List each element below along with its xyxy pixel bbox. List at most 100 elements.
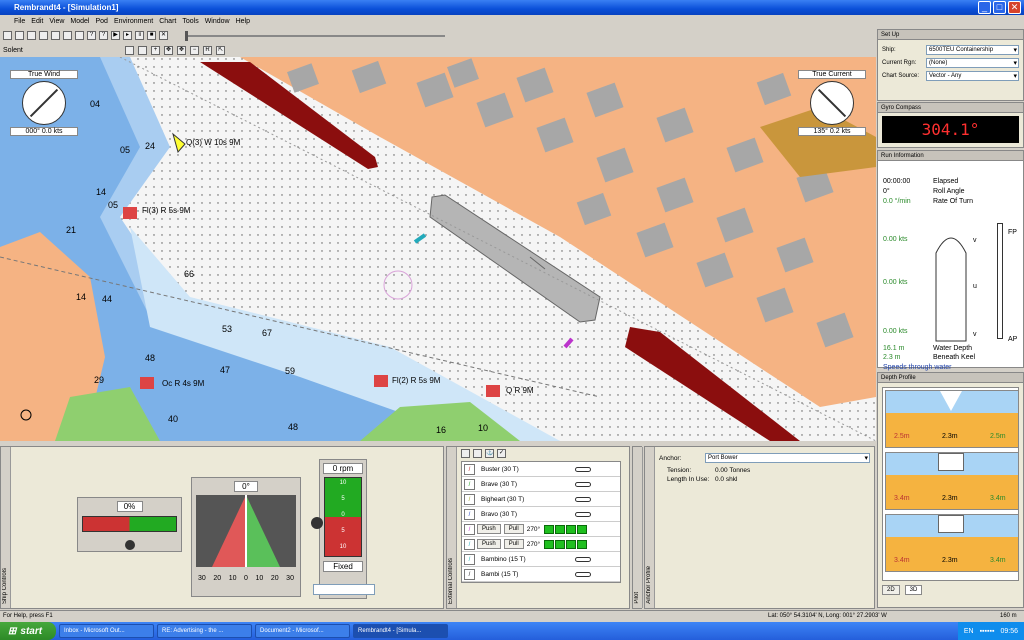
tug-icon: /	[464, 508, 475, 520]
telegraph-mode-select[interactable]	[313, 584, 375, 595]
help-icon[interactable]: ?	[87, 31, 96, 40]
tug-line-icon[interactable]	[461, 448, 470, 458]
minimize-button[interactable]: _	[978, 1, 991, 14]
tug-toggle[interactable]	[575, 481, 591, 487]
ship-select[interactable]: 6500TEU Containership	[926, 44, 1019, 55]
light-label: Q R 9M	[506, 386, 534, 395]
menu-chart[interactable]: Chart	[159, 18, 176, 25]
sounding: 53	[222, 324, 233, 334]
clock[interactable]: 09:56	[1000, 628, 1018, 635]
zoom-out-icon[interactable]: −	[190, 45, 199, 55]
task-rembrandt[interactable]: Rembrandt4 - [Simula...	[353, 624, 448, 638]
save-icon[interactable]	[27, 31, 36, 40]
menu-help[interactable]: Help	[236, 18, 250, 25]
pan-icon[interactable]	[138, 45, 147, 55]
reset-icon[interactable]: R	[203, 45, 212, 55]
tug-row[interactable]: / Bravo (30 T)	[462, 507, 620, 522]
tug-row[interactable]: / Bigheart (30 T)	[462, 492, 620, 507]
zoom-move-icon[interactable]: ✥	[164, 45, 173, 55]
new-icon[interactable]	[3, 31, 12, 40]
menu-tools[interactable]: Tools	[182, 18, 198, 25]
tray-icons[interactable]: ▪▪▪▪▪▪	[980, 628, 995, 635]
tug-row[interactable]: / Bambi (15 T)	[462, 567, 620, 582]
menu-file[interactable]: File	[14, 18, 25, 25]
push-button[interactable]: Push	[477, 539, 501, 549]
zoom-in-icon[interactable]: +	[151, 45, 160, 55]
tug-toggle[interactable]	[575, 511, 591, 517]
context-help-icon[interactable]: ?	[99, 31, 108, 40]
engine-telegraph[interactable]: 0 rpm 10 5 0 5 10 Fixed	[319, 459, 367, 599]
sounding: 14	[96, 187, 107, 197]
tug-row[interactable]: / Bambino (15 T)	[462, 552, 620, 567]
tab-2d[interactable]: 2D	[882, 585, 900, 595]
depth-stbd: 2.5m	[990, 433, 1006, 440]
pull-button[interactable]: Pull	[503, 539, 524, 549]
tug-row[interactable]: / Buster (30 T)	[462, 462, 620, 477]
stop-icon[interactable]: ■	[147, 31, 156, 40]
zoom-area-icon[interactable]: ✥	[177, 45, 186, 55]
depth-stbd: 3.4m	[990, 495, 1006, 502]
start-button[interactable]: ⊞ start	[0, 622, 56, 640]
copy-icon[interactable]	[39, 31, 48, 40]
task-document2[interactable]: Document2 - Microsof...	[255, 624, 350, 638]
anchor-panel: Anchor Profile Anchor: Port Bower Tensio…	[644, 446, 875, 609]
pause-icon[interactable]: ॥	[135, 31, 144, 40]
check-icon[interactable]: ✓	[497, 448, 506, 458]
azimuth-control[interactable]: 0° 30 20 10 0 10 20 30	[191, 477, 301, 597]
pull-button[interactable]: Pull	[503, 524, 524, 534]
tug-push-icon[interactable]	[473, 448, 482, 458]
cancel-icon[interactable]: ✕	[159, 31, 168, 40]
anchor-profile-tab[interactable]: Anchor Profile	[645, 447, 655, 608]
tension-label: Tension:	[667, 467, 692, 474]
chart-source-select[interactable]: Vector - Any	[926, 70, 1019, 81]
sounding: 66	[184, 269, 195, 279]
anchor-icon[interactable]: ⚓	[485, 448, 494, 458]
menu-environment[interactable]: Environment	[114, 18, 153, 25]
fast-forward-icon[interactable]: ▸	[123, 31, 132, 40]
push-button[interactable]: Push	[477, 524, 501, 534]
print-icon[interactable]	[51, 31, 60, 40]
tug-active-row[interactable]: / Push Pull 270°	[462, 537, 620, 552]
external-controls-tab[interactable]: External Controls	[447, 447, 457, 608]
region-select[interactable]: (None)	[926, 57, 1019, 68]
tug-bearing[interactable]: 270°	[527, 541, 540, 548]
open-icon[interactable]	[15, 31, 24, 40]
measure-icon[interactable]: ⇱	[216, 45, 225, 55]
menu-model[interactable]: Model	[70, 18, 89, 25]
play-icon[interactable]: ▶	[111, 31, 120, 40]
status-coords: Lat: 050° 54.3104' N, Long: 001° 27.2903…	[768, 613, 887, 619]
tug-row[interactable]: / Brave (30 T)	[462, 477, 620, 492]
menu-view[interactable]: View	[49, 18, 64, 25]
maximize-button[interactable]: □	[993, 1, 1006, 14]
chart-tab[interactable]: Solent	[3, 47, 121, 54]
ship-controls-tab[interactable]: Ship Controls	[1, 447, 11, 608]
gyro-title: Gyro Compass	[878, 103, 1023, 113]
anchor-select[interactable]: Port Bower	[705, 453, 870, 463]
tug-toggle[interactable]	[575, 466, 591, 472]
language-indicator[interactable]: EN	[964, 628, 974, 635]
tug-toggle[interactable]	[575, 571, 591, 577]
telegraph-handle[interactable]	[311, 517, 323, 529]
sounding: 59	[285, 366, 296, 376]
menu-pod[interactable]: Pod	[95, 18, 107, 25]
speed-slider[interactable]	[185, 30, 445, 41]
fit-icon[interactable]	[125, 45, 134, 55]
rudder-control[interactable]: 0%	[77, 497, 182, 552]
tug-icon: /	[464, 523, 475, 535]
tug-active-row[interactable]: / Push Pull 270°	[462, 522, 620, 537]
tug-bearing[interactable]: 270°	[527, 526, 540, 533]
speed-aft: 0.00 kts	[883, 328, 908, 335]
task-advertising[interactable]: RE: Advertising - the ...	[157, 624, 252, 638]
chart-view[interactable]: Q(3) W 10s 9M Fl(3) R 5s 9M Oc R 4s 9M F…	[0, 57, 876, 441]
close-button[interactable]: ✕	[1008, 1, 1021, 14]
tug-toggle[interactable]	[575, 496, 591, 502]
tab-3d[interactable]: 3D	[904, 585, 923, 595]
ruler-icon[interactable]	[75, 31, 84, 40]
grid-icon[interactable]	[63, 31, 72, 40]
task-outlook[interactable]: Inbox - Microsoft Out...	[59, 624, 154, 638]
menu-edit[interactable]: Edit	[31, 18, 43, 25]
rudder-handle[interactable]	[125, 540, 135, 550]
menu-window[interactable]: Window	[205, 18, 230, 25]
tug-toggle[interactable]	[575, 556, 591, 562]
pilot-tab[interactable]: Pilot	[633, 447, 643, 608]
